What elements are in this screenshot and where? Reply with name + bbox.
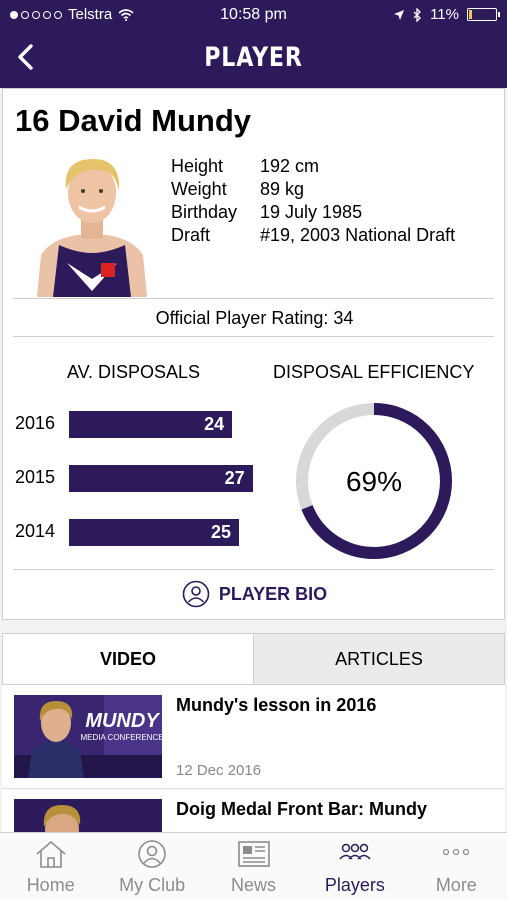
divider (13, 336, 494, 337)
efficiency-heading: DISPOSAL EFFICIENCY (273, 362, 475, 382)
tabbar-item-more[interactable]: More (406, 833, 507, 900)
media-tabs: VIDEO ARTICLES (2, 633, 505, 685)
tab-video[interactable]: VIDEO (3, 634, 253, 684)
player-info: Height 192 cm Weight 89 kg Birthday 19 July… (171, 155, 455, 247)
video-title: Mundy's lesson in 2016 (176, 695, 377, 715)
top-bar: Telstra 10:58 pm 11% PLAYER (0, 0, 507, 88)
bar-year: 2014 (15, 521, 56, 541)
disposals-heading: AV. DISPOSALS (67, 362, 201, 382)
info-value: 192 cm (260, 156, 320, 176)
divider (13, 298, 494, 299)
page-title: PLAYER (204, 42, 303, 73)
news-icon (237, 841, 270, 867)
info-value: 19 July 1985 (260, 202, 363, 222)
video-thumbnail: MUNDY MEDIA CONFERENCE (14, 695, 162, 778)
tabbar-item-players[interactable]: Players (304, 833, 405, 900)
tabbar-item-home[interactable]: Home (0, 833, 101, 900)
info-label: Draft (171, 225, 211, 245)
player-card: 16 David Mundy Height 192 cm Weight 89 kg … (2, 88, 505, 620)
home-icon (36, 840, 66, 868)
tabbar-label: Players (324, 875, 385, 895)
info-row-draft: Draft #19, 2003 National Draft (171, 224, 455, 247)
club-icon (138, 840, 166, 868)
tabbar-label: My Club (119, 875, 186, 895)
list-item[interactable]: Doig Medal Front Bar: Mundy (2, 789, 505, 832)
disposal-bar: 25 (69, 519, 239, 546)
status-bar: Telstra 10:58 pm 11% (0, 0, 507, 30)
info-value: #19, 2003 National Draft (260, 225, 456, 245)
info-row-height: Height 192 cm (171, 155, 455, 178)
battery-icon (467, 8, 500, 21)
nav-bar: PLAYER (0, 30, 507, 88)
tabbar-label: Home (26, 875, 75, 895)
info-label: Birthday (171, 202, 238, 222)
tabbar-item-my-club[interactable]: My Club (101, 833, 202, 900)
info-row-weight: Weight 89 kg (171, 178, 455, 201)
tabbar-item-news[interactable]: News (203, 833, 304, 900)
back-chevron-icon[interactable] (12, 42, 42, 72)
disposal-bar: 27 (69, 465, 253, 492)
disposal-bar: 24 (69, 411, 233, 438)
battery-percent: 11% (430, 6, 459, 23)
person-circle-icon (182, 580, 210, 608)
thumbnail-title: MUNDY (85, 710, 160, 732)
info-row-birthday: Birthday 19 July 1985 (171, 201, 455, 224)
video-list: MUNDY MEDIA CONFERENCE Mundy's lesson in… (2, 685, 505, 832)
player-bio-label: PLAYER BIO (218, 583, 328, 604)
video-thumbnail (14, 799, 162, 832)
info-label: Weight (171, 179, 227, 199)
player-name: 16 David Mundy (15, 103, 251, 138)
players-icon (339, 843, 371, 860)
bottom-tab-bar: Home My Club News Players More (0, 832, 507, 900)
tabbar-label: News (231, 875, 277, 895)
player-bio-button[interactable]: PLAYER BIO (3, 580, 506, 608)
thumbnail-subtitle: MEDIA CONFERENCE (80, 733, 162, 742)
more-icon (443, 848, 470, 856)
player-rating: Official Player Rating: 34 (155, 308, 354, 328)
video-date: 12 Dec 2016 (176, 762, 262, 779)
video-title: Doig Medal Front Bar: Mundy (176, 799, 427, 819)
status-right: 11% (393, 6, 500, 23)
info-value: 89 kg (260, 179, 305, 199)
tabbar-label: More (435, 875, 477, 895)
efficiency-value: 69% (346, 466, 402, 497)
player-photo (37, 153, 147, 297)
tab-articles[interactable]: ARTICLES (253, 634, 504, 684)
divider (13, 569, 494, 570)
bar-year: 2015 (15, 467, 56, 487)
info-label: Height (171, 156, 224, 176)
efficiency-donut: 69% (296, 403, 452, 559)
bluetooth-icon (413, 7, 421, 22)
bar-year: 2016 (15, 413, 56, 433)
list-item[interactable]: MUNDY MEDIA CONFERENCE Mundy's lesson in… (2, 685, 505, 789)
location-arrow-icon (394, 9, 405, 20)
